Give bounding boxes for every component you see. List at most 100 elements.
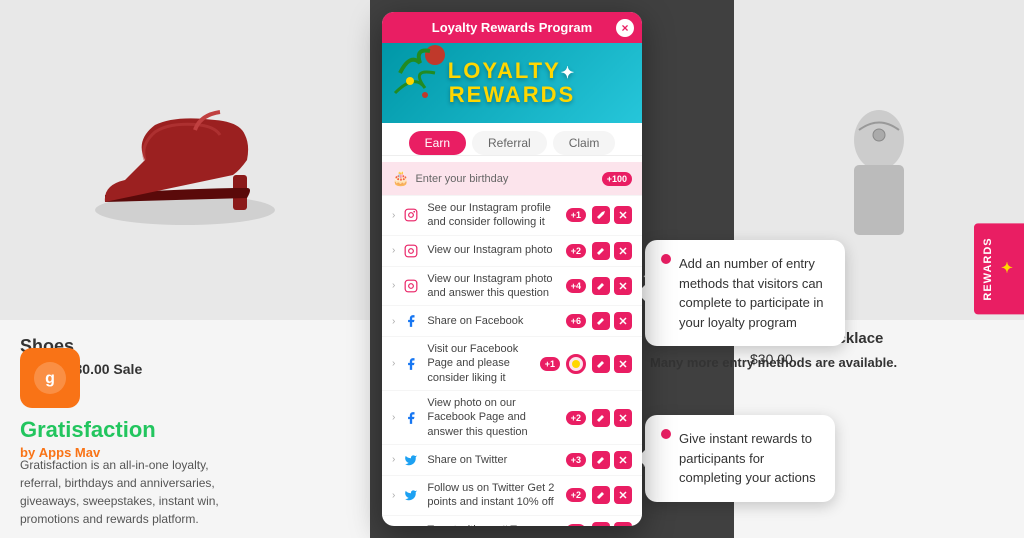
delete-button[interactable] (614, 312, 632, 330)
chevron-icon: › (392, 280, 395, 291)
modal-content[interactable]: 🎂 Enter your birthday +100 › See our Ins… (382, 156, 642, 526)
edit-button[interactable] (592, 206, 610, 224)
chevron-icon: › (392, 412, 395, 423)
list-item[interactable]: › Visit our Facebook Page and please con… (382, 337, 642, 391)
edit-button[interactable] (592, 355, 610, 373)
entry-label: View our Instagram photo and answer this… (427, 272, 559, 301)
birthday-row[interactable]: 🎂 Enter your birthday +100 (382, 162, 642, 196)
list-item[interactable]: › View photo on our Facebook Page and an… (382, 391, 642, 445)
entry-actions (592, 242, 632, 260)
more-methods-label: Many more entry methods are available. (650, 355, 897, 370)
delete-button[interactable] (614, 451, 632, 469)
tooltip-dot-2-icon (661, 429, 671, 439)
delete-button[interactable] (614, 242, 632, 260)
delete-button[interactable] (614, 409, 632, 427)
delete-button[interactable] (614, 206, 632, 224)
facebook-share-icon (401, 311, 421, 331)
facebook-like-icon (401, 354, 421, 374)
tab-referral[interactable]: Referral (472, 131, 547, 155)
entry-label: View photo on our Facebook Page and answ… (427, 396, 559, 439)
entry-label: See our Instagram profile and consider f… (427, 201, 559, 230)
edit-button[interactable] (592, 486, 610, 504)
edit-button[interactable] (592, 242, 610, 260)
entry-label: Share on Twitter (427, 453, 559, 467)
points-badge: +2 (566, 244, 586, 258)
necklace-image (829, 80, 929, 240)
edit-button[interactable] (592, 277, 610, 295)
tab-earn[interactable]: Earn (409, 131, 466, 155)
product-image-area (0, 0, 370, 320)
chevron-icon: › (392, 316, 395, 327)
entry-label: Visit our Facebook Page and please consi… (427, 342, 533, 385)
close-button[interactable]: × (616, 19, 634, 37)
modal-banner: LOYALTY✦ REWARDS (382, 43, 642, 123)
chevron-icon: › (392, 210, 395, 221)
chevron-icon: › (392, 245, 395, 256)
points-badge: +6 (566, 314, 586, 328)
points-badge: +1 (540, 357, 560, 371)
edit-button[interactable] (592, 312, 610, 330)
edit-button[interactable] (592, 409, 610, 427)
delete-button[interactable] (614, 277, 632, 295)
entry-actions (592, 486, 632, 504)
tooltip-2-text: Give instant rewards to participants for… (679, 429, 819, 488)
points-badge: +4 (566, 279, 586, 293)
instagram-answer-icon (401, 276, 421, 296)
entry-actions (592, 451, 632, 469)
delete-button[interactable] (614, 486, 632, 504)
delete-button[interactable] (614, 355, 632, 373)
chevron-icon: › (392, 454, 395, 465)
entry-actions (592, 409, 632, 427)
edit-button[interactable] (592, 451, 610, 469)
entry-actions (592, 277, 632, 295)
tooltip-dot-icon (661, 254, 671, 264)
loyalty-modal: Loyalty Rewards Program × LOYALTY✦ REWAR… (382, 12, 642, 526)
chevron-icon: › (392, 358, 395, 369)
entry-label: Follow us on Twitter Get 2 points and in… (427, 481, 559, 510)
edit-button[interactable] (592, 522, 610, 526)
loyalty-brand-text: LOYALTY✦ REWARDS (448, 59, 576, 107)
rewards-tab-label: REWARDS (982, 237, 994, 300)
entry-label: View our Instagram photo (427, 243, 559, 257)
rewards-tab[interactable]: ✦ REWARDS (974, 223, 1024, 314)
list-item[interactable]: › View our Instagram photo and answer th… (382, 267, 642, 307)
points-badge: +1 (566, 208, 586, 222)
modal-tabs: Earn Referral Claim (382, 123, 642, 156)
list-item[interactable]: › Share on Twitter +3 (382, 445, 642, 476)
list-item[interactable]: › Follow us on Twitter Get 2 points and … (382, 476, 642, 516)
radio-dot (572, 360, 580, 368)
tab-claim[interactable]: Claim (553, 131, 616, 155)
brand-name: Gratisfaction (20, 417, 156, 443)
points-badge: +3 (566, 453, 586, 467)
radio-circle[interactable] (566, 354, 586, 374)
entry-actions (592, 522, 632, 526)
birthday-points: +100 (602, 172, 632, 186)
tooltip-text: Add an number of entry methods that visi… (679, 254, 829, 332)
points-badge: +2 (566, 411, 586, 425)
birthday-text: Enter your birthday (415, 173, 595, 185)
twitter-share-icon (401, 450, 421, 470)
list-item[interactable]: › See our Instagram profile and consider… (382, 196, 642, 236)
instagram-icon (401, 205, 421, 225)
tooltip-entry-methods: Add an number of entry methods that visi… (645, 240, 845, 346)
list-item[interactable]: › Share on Facebook +6 (382, 306, 642, 337)
entry-label: Tweet with our # Tags (427, 523, 559, 526)
list-item[interactable]: › View our Instagram photo +2 (382, 236, 642, 267)
delete-button[interactable] (614, 522, 632, 526)
points-badge: +6 (566, 524, 586, 526)
entry-actions (592, 355, 632, 373)
modal-header-bar: Loyalty Rewards Program × (382, 12, 642, 43)
shoe-image (85, 70, 285, 250)
entry-actions (592, 312, 632, 330)
svg-text:g: g (45, 370, 55, 387)
tooltip-instant-rewards: Give instant rewards to participants for… (645, 415, 835, 502)
list-item[interactable]: › Tweet with our # Tags +6 (382, 516, 642, 526)
birthday-icon: 🎂 (392, 170, 409, 187)
instagram-photo-icon (401, 241, 421, 261)
twitter-follow-icon (401, 485, 421, 505)
left-product-panel: Shoes $40.00 $30.00 Sale g Gratisfaction… (0, 0, 370, 538)
chevron-icon: › (392, 490, 395, 501)
brand-logo-icon: g (32, 360, 68, 396)
rewards-star-icon: ✦ (1000, 260, 1016, 277)
facebook-photo-icon (401, 408, 421, 428)
